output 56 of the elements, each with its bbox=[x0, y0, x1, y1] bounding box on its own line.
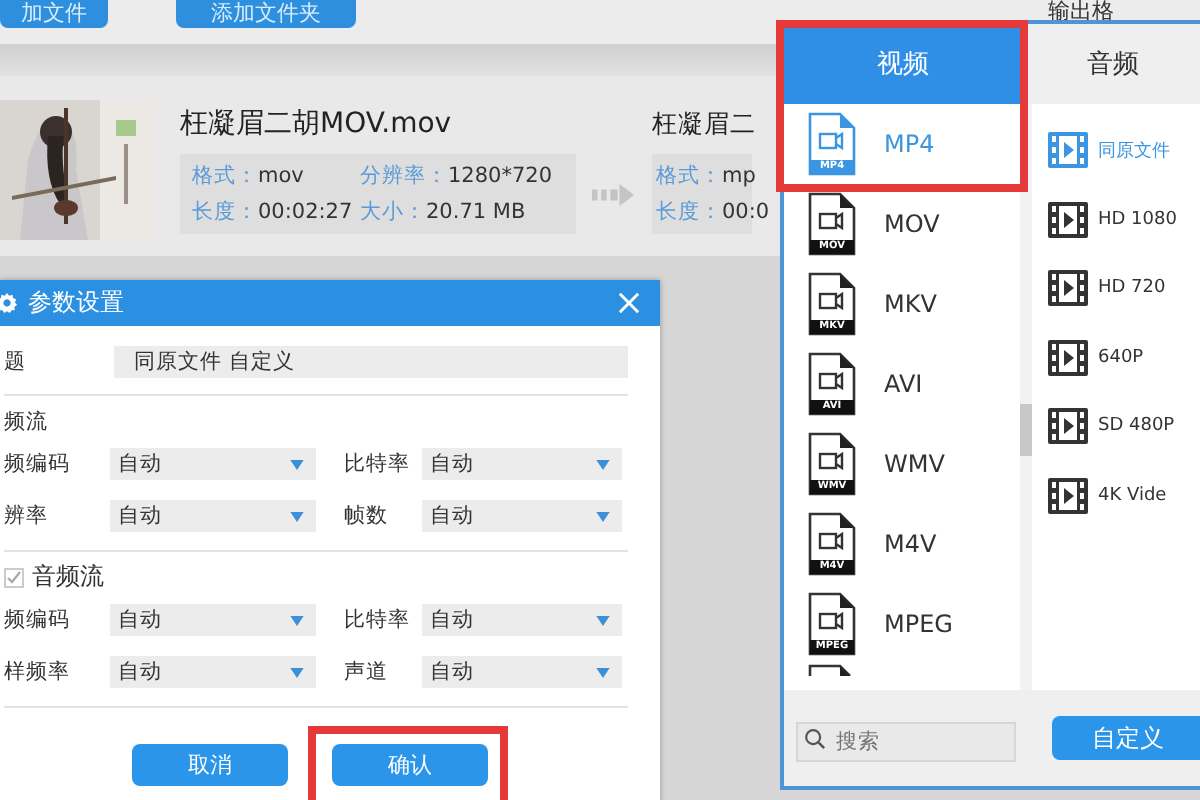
dialog-title: 参数设置 bbox=[28, 286, 124, 320]
caret-icon bbox=[290, 616, 304, 626]
file-property: 格式：mov bbox=[192, 162, 306, 190]
file-property: 大小：20.71 MB bbox=[360, 198, 528, 226]
film-icon bbox=[1048, 201, 1088, 238]
film-icon bbox=[1048, 477, 1088, 514]
checkbox[interactable] bbox=[4, 567, 24, 587]
field-label: 比特率 bbox=[342, 606, 412, 634]
field-label: 比特率 bbox=[342, 450, 412, 478]
search-icon bbox=[804, 727, 826, 749]
search-field[interactable]: 搜索 bbox=[796, 722, 1016, 762]
arrow-icon bbox=[592, 183, 636, 205]
dropdown[interactable]: 自动 bbox=[422, 500, 622, 532]
field-label: 频编码 bbox=[4, 450, 72, 478]
film-icon bbox=[1048, 408, 1088, 445]
caret-icon bbox=[290, 460, 304, 470]
dropdown[interactable]: 自动 bbox=[422, 448, 622, 480]
field-label: 题 bbox=[4, 348, 28, 376]
film-icon bbox=[1048, 132, 1088, 169]
field-label: 帧数 bbox=[342, 502, 390, 530]
field-label: 样频率 bbox=[4, 658, 72, 686]
dropdown[interactable]: 自动 bbox=[110, 656, 316, 688]
field-label: 频编码 bbox=[4, 606, 72, 634]
dropdown[interactable]: 自动 bbox=[422, 604, 622, 636]
settings-icon bbox=[0, 292, 18, 314]
dropdown[interactable]: 自动 bbox=[110, 500, 316, 532]
caret-icon bbox=[290, 668, 304, 678]
file-property: 分辨率：1280*720 bbox=[360, 162, 555, 190]
field-label: 声道 bbox=[342, 658, 390, 686]
title-field[interactable]: 同原文件 自定义 bbox=[114, 346, 628, 378]
preset-item[interactable]: SD 480P bbox=[1048, 392, 1200, 461]
section-heading: 频流 bbox=[4, 407, 48, 435]
file-property: 长度：00:02:27 bbox=[192, 198, 355, 226]
file-property: 格式：mp bbox=[656, 161, 758, 189]
preset-item[interactable]: HD 720 bbox=[1048, 254, 1200, 323]
section-heading: 音频流 bbox=[32, 560, 104, 594]
file-name: 枉凝眉二胡MOV.mov bbox=[180, 106, 454, 142]
dropdown[interactable]: 自动 bbox=[110, 448, 316, 480]
film-icon bbox=[1048, 270, 1088, 307]
caret-icon bbox=[596, 460, 610, 470]
preset-item[interactable]: 640P bbox=[1048, 323, 1200, 392]
field-label: 辨率 bbox=[4, 502, 50, 530]
dropdown[interactable]: 自动 bbox=[422, 656, 622, 688]
preset-item[interactable]: HD 1080 bbox=[1048, 185, 1200, 254]
caret-icon bbox=[290, 512, 304, 522]
file-name: 枉凝眉二 bbox=[652, 107, 756, 141]
caret-icon bbox=[596, 668, 610, 678]
file-property: 长度：00:0 bbox=[656, 197, 770, 225]
video-file-icon bbox=[808, 664, 856, 676]
caret-icon bbox=[596, 616, 610, 626]
output-format-label: 输出格 bbox=[1048, 0, 1114, 24]
preset-item[interactable]: 4K Vide bbox=[1048, 461, 1200, 530]
caret-icon bbox=[596, 512, 610, 522]
dropdown[interactable]: 自动 bbox=[110, 604, 316, 636]
film-icon bbox=[1048, 339, 1088, 376]
close-icon[interactable] bbox=[618, 292, 640, 314]
